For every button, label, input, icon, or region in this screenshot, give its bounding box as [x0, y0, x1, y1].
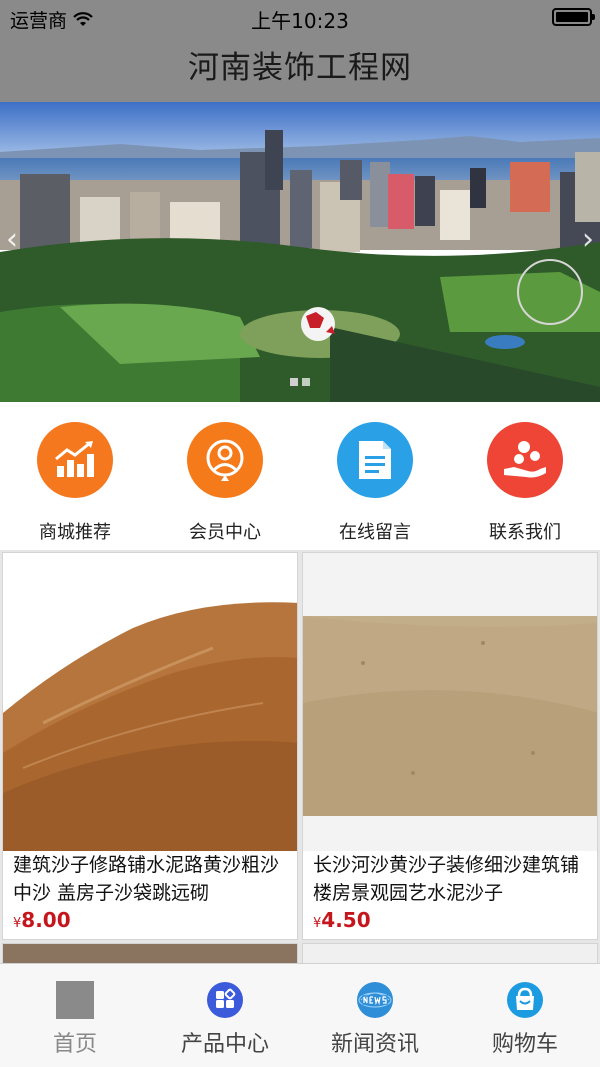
contact-hand-icon	[487, 422, 563, 498]
banner-next-arrow[interactable]: ›	[576, 220, 600, 260]
product-grid: 建筑沙子修路铺水泥路黄沙粗沙 中沙 盖房子沙袋跳远砌 ¥8.00 长沙河沙黄沙子…	[0, 550, 600, 963]
quick-nav-label: 联系我们	[489, 522, 561, 543]
product-price: ¥8.00	[13, 908, 71, 932]
status-bar: 运营商 上午10:23	[0, 0, 600, 34]
tab-cart[interactable]: 购物车	[450, 964, 600, 1067]
quick-nav-mall[interactable]: 商城推荐	[0, 402, 150, 550]
banner-image	[0, 102, 600, 402]
user-icon	[187, 422, 263, 498]
banner-dot[interactable]	[302, 378, 310, 386]
tab-products[interactable]: 产品中心	[150, 964, 300, 1067]
tab-home[interactable]: 首页	[0, 964, 150, 1067]
status-time: 上午10:23	[251, 9, 349, 33]
tab-label: 首页	[52, 1032, 97, 1057]
product-icon	[205, 980, 245, 1020]
product-card[interactable]	[2, 943, 298, 963]
product-name: 建筑沙子修路铺水泥路黄沙粗沙 中沙 盖房子沙袋跳远砌	[13, 854, 280, 904]
quick-nav-member[interactable]: 会员中心	[150, 402, 300, 550]
chart-icon	[37, 422, 113, 498]
product-card[interactable]: 建筑沙子修路铺水泥路黄沙粗沙 中沙 盖房子沙袋跳远砌 ¥8.00	[2, 552, 298, 940]
battery-icon	[552, 8, 595, 26]
home-placeholder-icon	[55, 980, 95, 1020]
cart-icon	[505, 980, 545, 1020]
product-card[interactable]: 长沙河沙黄沙子装修细沙建筑铺楼房景观园艺水泥沙子 ¥4.50	[302, 552, 598, 940]
quick-nav-message[interactable]: 在线留言	[300, 402, 450, 550]
banner-dot[interactable]	[290, 378, 298, 386]
quick-nav-label: 在线留言	[339, 522, 411, 543]
quick-nav-contact[interactable]: 联系我们	[450, 402, 600, 550]
product-price: ¥4.50	[313, 908, 371, 932]
banner-pagination	[290, 378, 310, 386]
product-image	[3, 553, 297, 851]
page-title: 河南装饰工程网	[188, 50, 412, 86]
tab-label: 产品中心	[180, 1032, 269, 1057]
price-value: 4.50	[321, 908, 371, 932]
tab-bar: 首页 产品中心 新闻资讯 购物车	[0, 963, 600, 1067]
price-value: 8.00	[21, 908, 71, 932]
message-icon	[337, 422, 413, 498]
product-name: 长沙河沙黄沙子装修细沙建筑铺楼房景观园艺水泥沙子	[313, 854, 580, 904]
news-icon	[355, 980, 395, 1020]
product-image	[303, 553, 597, 851]
banner-prev-arrow[interactable]: ‹	[0, 220, 24, 260]
product-card[interactable]	[302, 943, 598, 963]
quick-nav: 商城推荐 会员中心 在线留言 联系我们	[0, 402, 600, 550]
tab-label: 新闻资讯	[330, 1032, 419, 1057]
tab-news[interactable]: 新闻资讯	[300, 964, 450, 1067]
tab-label: 购物车	[491, 1032, 558, 1057]
quick-nav-label: 商城推荐	[39, 522, 111, 543]
banner-carousel[interactable]: ‹ ›	[0, 102, 600, 402]
quick-nav-label: 会员中心	[189, 522, 261, 543]
navigation-bar: 河南装饰工程网	[0, 34, 600, 102]
